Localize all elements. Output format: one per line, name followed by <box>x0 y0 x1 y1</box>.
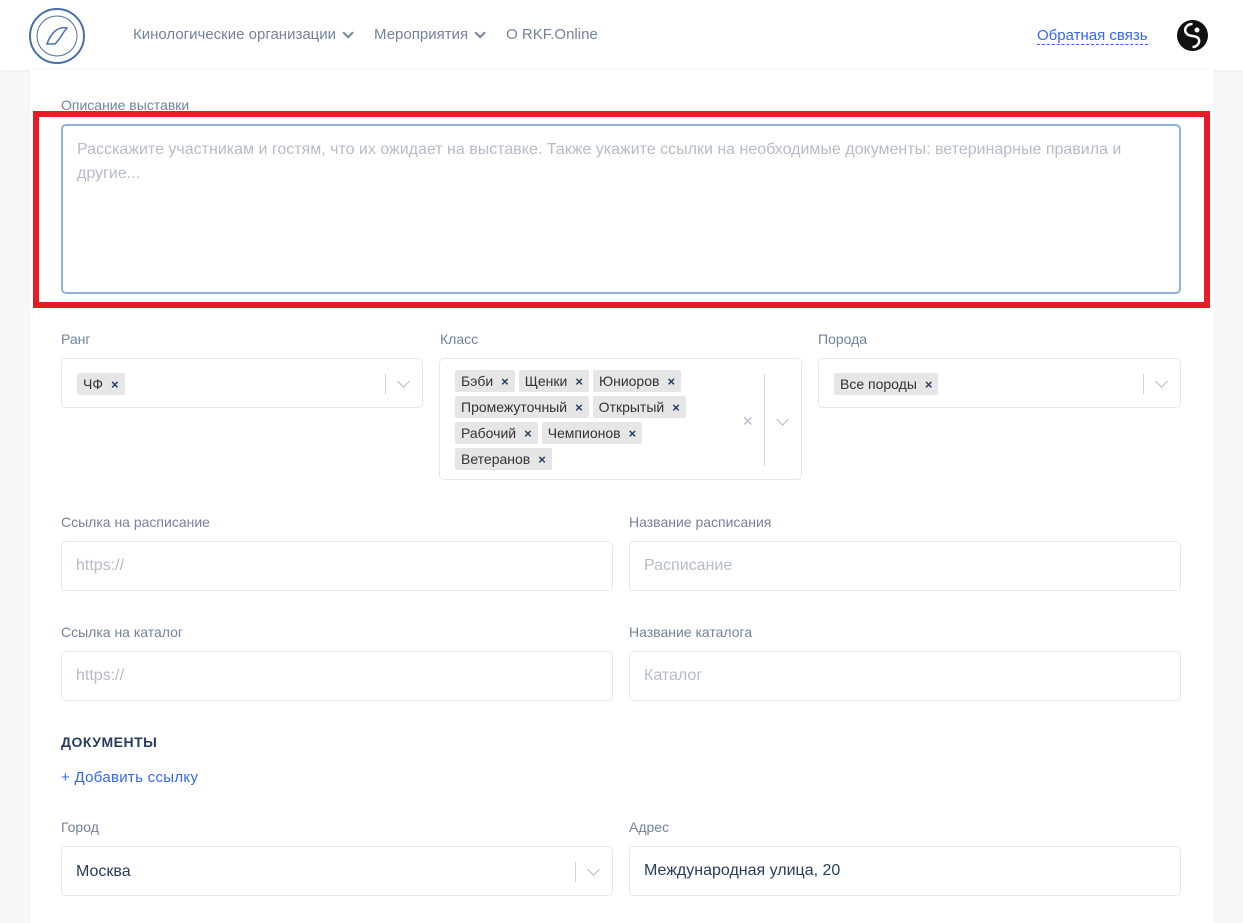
tag-label: ЧФ <box>83 376 103 392</box>
documents-section-title: ДОКУМЕНТЫ <box>61 734 158 750</box>
class-select[interactable]: Бэби × Щенки × Юниоров × Промежуточный × Отк… <box>439 358 802 480</box>
remove-tag-icon[interactable]: × <box>629 426 637 441</box>
city-select[interactable]: Москва <box>61 846 613 896</box>
class-tag: Открытый × <box>592 396 686 418</box>
class-tags: Бэби × Щенки × Юниоров × Промежуточный × Отк… <box>455 370 725 474</box>
schedule-name-label: Название расписания <box>629 514 772 530</box>
chevron-down-icon <box>474 26 486 39</box>
remove-tag-icon[interactable]: × <box>925 377 933 392</box>
add-document-link[interactable]: + Добавить ссылку <box>61 769 198 786</box>
chevron-down-icon[interactable] <box>397 375 410 388</box>
class-tag: Чемпионов × <box>541 422 643 444</box>
remove-tag-icon[interactable]: × <box>538 452 546 467</box>
catalog-name-label: Название каталога <box>629 624 753 640</box>
rank-tag: ЧФ × <box>77 373 125 395</box>
chevron-down-icon <box>342 26 354 39</box>
tag-label: Рабочий <box>461 425 517 441</box>
chevron-down-icon[interactable] <box>1155 375 1168 388</box>
address-input[interactable]: Международная улица, 20 <box>629 846 1181 896</box>
class-tag: Бэби × <box>455 370 515 392</box>
remove-tag-icon[interactable]: × <box>501 374 509 389</box>
schedule-link-input[interactable] <box>61 541 613 591</box>
class-label: Класс <box>440 331 479 347</box>
remove-tag-icon[interactable]: × <box>111 377 119 392</box>
tag-label: Бэби <box>461 373 494 389</box>
remove-tag-icon[interactable]: × <box>575 400 583 415</box>
class-tag: Промежуточный × <box>455 396 589 418</box>
schedule-link-label: Ссылка на расписание <box>61 514 210 530</box>
rkf-logo-icon[interactable] <box>29 8 85 64</box>
nav-item-events[interactable]: Мероприятия <box>374 26 486 43</box>
select-separator <box>575 862 576 882</box>
description-textarea[interactable] <box>61 124 1181 294</box>
tag-label: Промежуточный <box>461 399 568 415</box>
class-tag: Рабочий × <box>455 422 538 444</box>
clear-all-icon[interactable]: × <box>742 411 753 432</box>
tag-label: Открытый <box>598 399 665 415</box>
select-separator <box>385 374 386 394</box>
tag-label: Щенки <box>524 373 568 389</box>
catalog-link-input[interactable] <box>61 651 613 701</box>
nav-item-label: Мероприятия <box>374 26 469 43</box>
city-value: Москва <box>76 863 131 880</box>
nav-item-about[interactable]: О RKF.Online <box>506 26 598 43</box>
nav-item-label: О RKF.Online <box>506 26 598 43</box>
nav-item-kennel-orgs[interactable]: Кинологические организации <box>133 26 354 43</box>
address-label: Адрес <box>629 819 670 835</box>
remove-tag-icon[interactable]: × <box>667 374 675 389</box>
chevron-down-icon[interactable] <box>776 413 789 426</box>
address-value: Международная улица, 20 <box>644 862 841 879</box>
remove-tag-icon[interactable]: × <box>524 426 532 441</box>
feedback-link[interactable]: Обратная связь <box>1037 27 1148 45</box>
catalog-name-input[interactable] <box>629 651 1181 701</box>
chevron-down-icon[interactable] <box>587 863 600 876</box>
remove-tag-icon[interactable]: × <box>575 374 583 389</box>
city-label: Город <box>61 819 99 835</box>
tag-label: Юниоров <box>598 373 660 389</box>
class-tag: Юниоров × <box>592 370 682 392</box>
class-tag: Щенки × <box>518 370 589 392</box>
tag-label: Чемпионов <box>547 425 621 441</box>
user-avatar-icon[interactable] <box>1177 20 1208 51</box>
class-tag: Ветеранов × <box>455 448 552 470</box>
nav-item-label: Кинологические организации <box>133 26 337 43</box>
select-separator <box>764 374 765 466</box>
top-header: Кинологические организации Мероприятия О… <box>0 0 1243 70</box>
remove-tag-icon[interactable]: × <box>672 400 680 415</box>
tag-label: Ветеранов <box>461 451 531 467</box>
breed-select[interactable]: Все породы × <box>818 358 1181 408</box>
rank-select[interactable]: ЧФ × <box>61 358 423 408</box>
main-nav: Кинологические организации Мероприятия О… <box>133 26 622 43</box>
schedule-name-input[interactable] <box>629 541 1181 591</box>
rank-label: Ранг <box>61 331 91 347</box>
breed-tag: Все породы × <box>834 373 939 395</box>
select-separator <box>1143 374 1144 394</box>
catalog-link-label: Ссылка на каталог <box>61 624 184 640</box>
breed-label: Порода <box>818 331 868 347</box>
tag-label: Все породы <box>840 376 917 392</box>
